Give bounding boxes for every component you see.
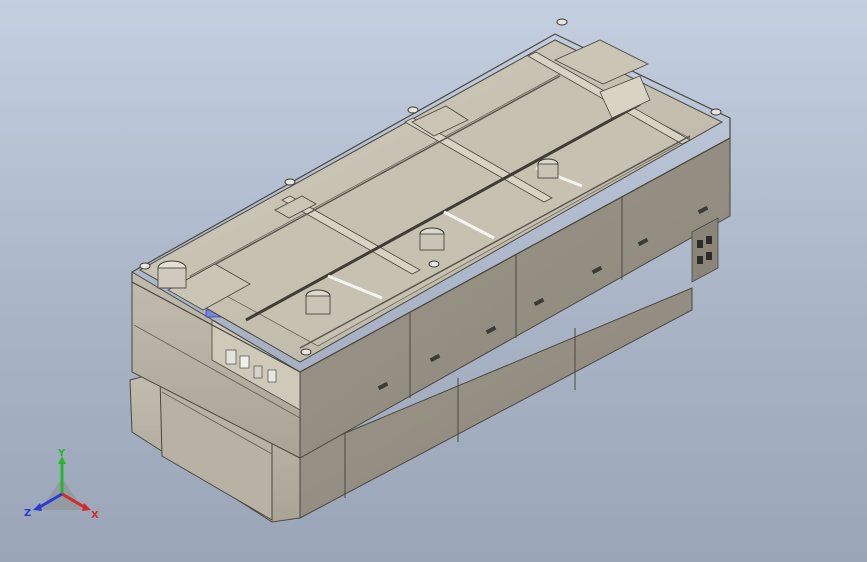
machine-enclosure-model[interactable] xyxy=(0,0,867,562)
x-axis-label: X xyxy=(91,510,99,521)
y-axis-label: Y xyxy=(57,448,66,459)
graphics-viewport[interactable]: Y X Z xyxy=(0,0,867,562)
x-axis-arrow xyxy=(82,503,91,511)
coordinate-triad-icon[interactable]: Y X Z xyxy=(22,448,106,522)
z-axis-label: Z xyxy=(24,508,31,519)
z-axis-arrow xyxy=(33,503,42,511)
